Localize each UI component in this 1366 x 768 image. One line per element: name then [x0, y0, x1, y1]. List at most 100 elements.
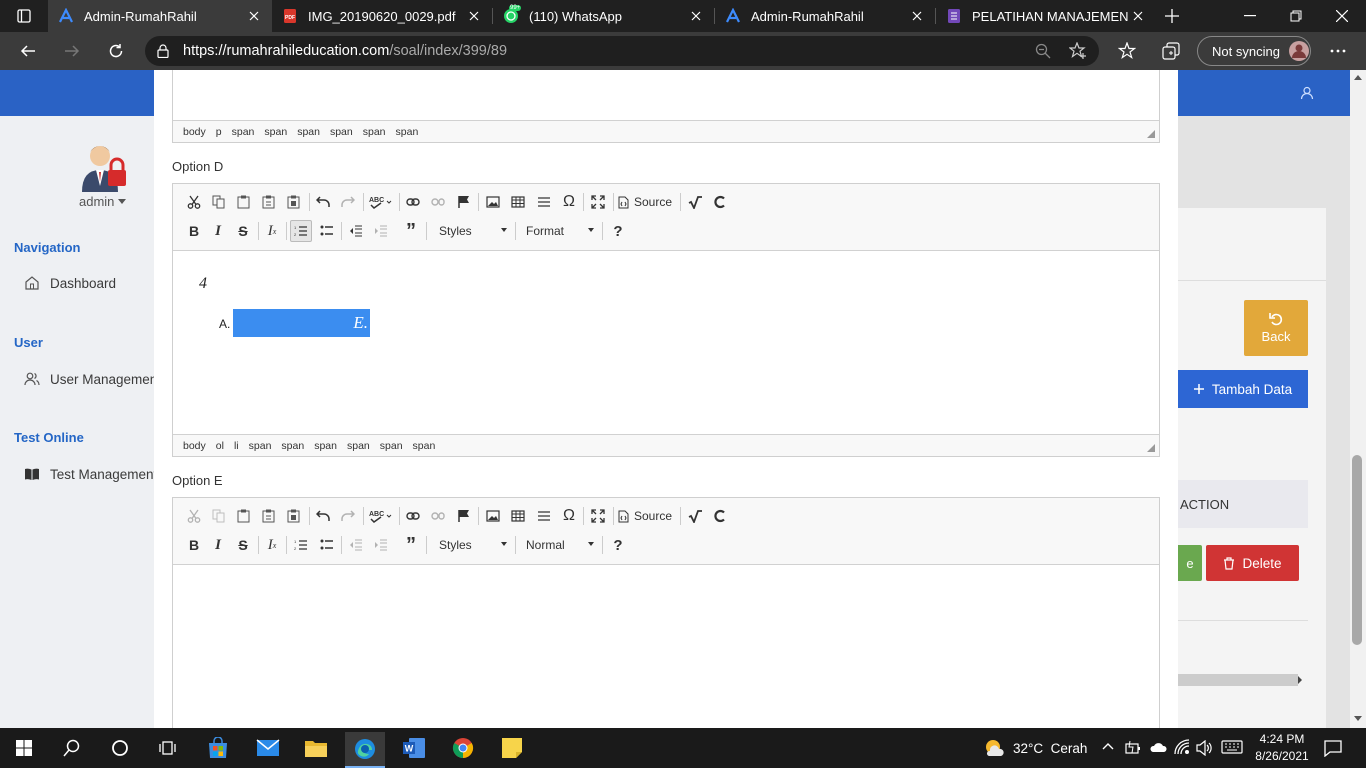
weather-text[interactable]: 32°C Cerah [1013, 741, 1087, 756]
paste-word-icon[interactable] [282, 505, 304, 527]
search-icon[interactable] [52, 732, 92, 764]
format-dropdown[interactable]: Format [520, 220, 598, 242]
close-tab-icon[interactable] [1128, 6, 1148, 26]
edge-browser-icon[interactable] [345, 732, 385, 768]
format-dropdown[interactable]: Normal [520, 534, 598, 556]
redo-icon[interactable] [337, 505, 359, 527]
tab-actions-icon[interactable] [4, 0, 44, 32]
numbered-list-icon[interactable]: 12 [290, 220, 312, 242]
wifi-icon[interactable] [1174, 739, 1190, 755]
add-favorite-icon[interactable] [1069, 42, 1087, 60]
windows-start-icon[interactable] [4, 732, 44, 764]
onedrive-cloud-icon[interactable] [1149, 741, 1167, 753]
anchor-flag-icon[interactable] [453, 505, 475, 527]
microsoft-store-icon[interactable] [198, 732, 238, 764]
decrease-indent-icon[interactable] [345, 220, 367, 242]
anchor-flag-icon[interactable] [453, 191, 475, 213]
special-char-icon[interactable]: Ω [558, 505, 580, 527]
sidebar-item-test-management[interactable]: Test Management [24, 466, 157, 482]
math-formula-icon[interactable] [684, 505, 706, 527]
weather-sun-cloud-icon[interactable] [983, 738, 1005, 758]
undo-icon[interactable] [312, 191, 334, 213]
undo-icon[interactable] [312, 505, 334, 527]
math-formula-icon[interactable] [684, 191, 706, 213]
scroll-down-icon[interactable] [1354, 716, 1362, 722]
paste-text-icon[interactable] [257, 505, 279, 527]
tab-admin-rumahrahil-2[interactable]: Admin-RumahRahil [715, 0, 935, 32]
resize-handle-icon[interactable] [1147, 130, 1155, 138]
delete-button[interactable]: Delete [1206, 545, 1299, 581]
unlink-icon[interactable] [427, 191, 449, 213]
horizontal-rule-icon[interactable] [533, 505, 555, 527]
tab-whatsapp[interactable]: 99+ (110) WhatsApp [493, 0, 714, 32]
scroll-right-icon[interactable] [1296, 674, 1304, 686]
page-scrollbar[interactable] [1350, 70, 1366, 728]
back-arrow-icon[interactable] [15, 38, 41, 64]
sticky-notes-icon[interactable] [492, 732, 532, 764]
more-menu-icon[interactable] [1325, 38, 1351, 64]
cut-icon[interactable] [183, 505, 205, 527]
minimize-icon[interactable] [1230, 0, 1270, 32]
scroll-up-icon[interactable] [1354, 74, 1362, 80]
close-window-icon[interactable] [1322, 0, 1362, 32]
paste-word-icon[interactable] [282, 191, 304, 213]
chemistry-icon[interactable] [709, 505, 731, 527]
sidebar-item-dashboard[interactable]: Dashboard [24, 275, 116, 291]
tab-pdf[interactable]: PDF IMG_20190620_0029.pdf [272, 0, 492, 32]
remove-format-icon[interactable]: Ix [261, 220, 283, 242]
chrome-icon[interactable] [443, 732, 483, 764]
editor-option-e[interactable]: ABC Ω Source B I S I x 1 2 ” Styles Norm… [172, 497, 1160, 728]
horizontal-scrollbar[interactable] [1178, 674, 1298, 686]
new-tab-icon[interactable] [1152, 0, 1192, 32]
chevron-up-icon[interactable] [1102, 742, 1114, 750]
link-icon[interactable] [402, 505, 424, 527]
strikethrough-icon[interactable]: S [232, 220, 254, 242]
strikethrough-icon[interactable]: S [232, 534, 254, 556]
close-tab-icon[interactable] [464, 6, 484, 26]
close-tab-icon[interactable] [907, 6, 927, 26]
editor-content[interactable]: 4 A. E. [173, 251, 1159, 431]
unlink-icon[interactable] [427, 505, 449, 527]
admin-user-menu[interactable]: admin [79, 194, 127, 209]
add-data-button[interactable]: Tambah Data [1178, 370, 1308, 408]
styles-dropdown[interactable]: Styles [433, 534, 511, 556]
paste-icon[interactable] [232, 505, 254, 527]
copy-icon[interactable] [207, 505, 229, 527]
system-clock[interactable]: 4:24 PM 8/26/2021 [1250, 731, 1314, 765]
editor-option-d[interactable]: ABC Ω Source B I S I x 1 2 ” Styles Form… [172, 183, 1160, 457]
close-tab-icon[interactable] [244, 6, 264, 26]
increase-indent-icon[interactable] [370, 534, 392, 556]
redo-icon[interactable] [337, 191, 359, 213]
resize-handle-icon[interactable] [1147, 444, 1155, 452]
close-tab-icon[interactable] [686, 6, 706, 26]
bold-icon[interactable]: B [183, 534, 205, 556]
collections-icon[interactable] [1158, 38, 1184, 64]
help-icon[interactable]: ? [607, 220, 629, 242]
user-icon[interactable] [1300, 86, 1314, 100]
special-char-icon[interactable]: Ω [558, 191, 580, 213]
styles-dropdown[interactable]: Styles [433, 220, 511, 242]
horizontal-rule-icon[interactable] [533, 191, 555, 213]
edit-button[interactable]: e [1178, 545, 1202, 581]
back-button[interactable]: Back [1244, 300, 1308, 356]
maximize-icon[interactable] [587, 191, 609, 213]
selected-list-text[interactable]: E. [233, 309, 370, 337]
help-icon[interactable]: ? [607, 534, 629, 556]
blockquote-icon[interactable]: ” [400, 534, 422, 556]
bulleted-list-icon[interactable] [316, 220, 338, 242]
image-icon[interactable] [482, 505, 504, 527]
editor-option-c[interactable]: body p span span span span span span [172, 70, 1160, 143]
numbered-list-icon[interactable]: 12 [290, 534, 312, 556]
bulleted-list-icon[interactable] [316, 534, 338, 556]
file-explorer-icon[interactable] [296, 732, 336, 764]
spellcheck-icon[interactable]: ABC [367, 505, 395, 527]
mail-icon[interactable] [248, 732, 288, 764]
scroll-thumb[interactable] [1352, 455, 1362, 645]
decrease-indent-icon[interactable] [345, 534, 367, 556]
chemistry-icon[interactable] [709, 191, 731, 213]
cortana-icon[interactable] [100, 732, 140, 764]
restore-icon[interactable] [1276, 0, 1316, 32]
source-button[interactable]: Source [618, 191, 678, 213]
table-icon[interactable] [507, 191, 529, 213]
bold-icon[interactable]: B [183, 220, 205, 242]
